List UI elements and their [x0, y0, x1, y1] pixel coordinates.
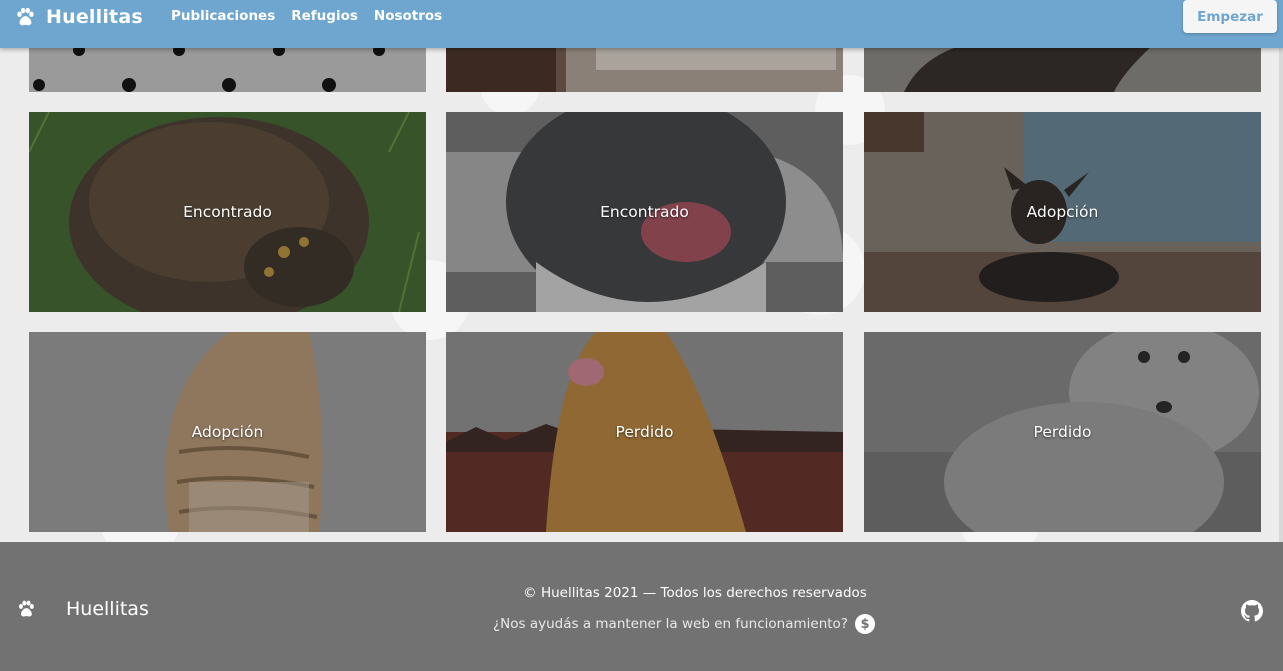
github-icon[interactable]	[1241, 600, 1263, 622]
nav-refugios[interactable]: Refugios	[291, 8, 358, 24]
paw-icon	[19, 600, 34, 617]
post-status: Perdido	[615, 423, 674, 441]
start-button[interactable]: Empezar	[1183, 0, 1277, 33]
post-status: Encontrado	[600, 203, 689, 221]
scrollbar[interactable]	[1279, 0, 1283, 542]
top-navbar: Huellitas Publicaciones Refugios Nosotro…	[0, 0, 1283, 48]
post-status: Perdido	[1033, 423, 1092, 441]
support-text: ¿Nos ayudás a mantener la web en funcion…	[493, 616, 848, 632]
post-status: Encontrado	[183, 203, 272, 221]
post-card[interactable]: Encontrado	[29, 112, 426, 312]
nav-nosotros[interactable]: Nosotros	[374, 8, 442, 24]
footer: Huellitas © Huellitas 2021 — Todos los d…	[0, 542, 1283, 671]
post-status: Adopción	[191, 423, 264, 441]
post-card[interactable]: Adopción	[29, 332, 426, 532]
posts-grid: Encontrado Encontrado Adopción Adopción …	[0, 0, 1283, 542]
post-card[interactable]: Perdido	[864, 332, 1261, 532]
brand-name: Huellitas	[46, 6, 143, 28]
post-card[interactable]: Encontrado	[446, 112, 843, 312]
main-nav: Publicaciones Refugios Nosotros	[171, 8, 458, 24]
post-card[interactable]: Perdido	[446, 332, 843, 532]
dollar-icon[interactable]: $	[854, 614, 875, 634]
brand-link[interactable]: Huellitas	[14, 4, 143, 30]
footer-brand[interactable]: Huellitas	[16, 598, 149, 620]
post-card[interactable]: Adopción	[864, 112, 1261, 312]
copyright-text: © Huellitas 2021 — Todos los derechos re…	[523, 585, 867, 601]
paw-icon	[17, 7, 34, 26]
footer-brand-name: Huellitas	[66, 598, 149, 620]
nav-publicaciones[interactable]: Publicaciones	[171, 8, 275, 24]
post-status: Adopción	[1026, 203, 1099, 221]
support-message: ¿Nos ayudás a mantener la web en funcion…	[493, 614, 875, 634]
